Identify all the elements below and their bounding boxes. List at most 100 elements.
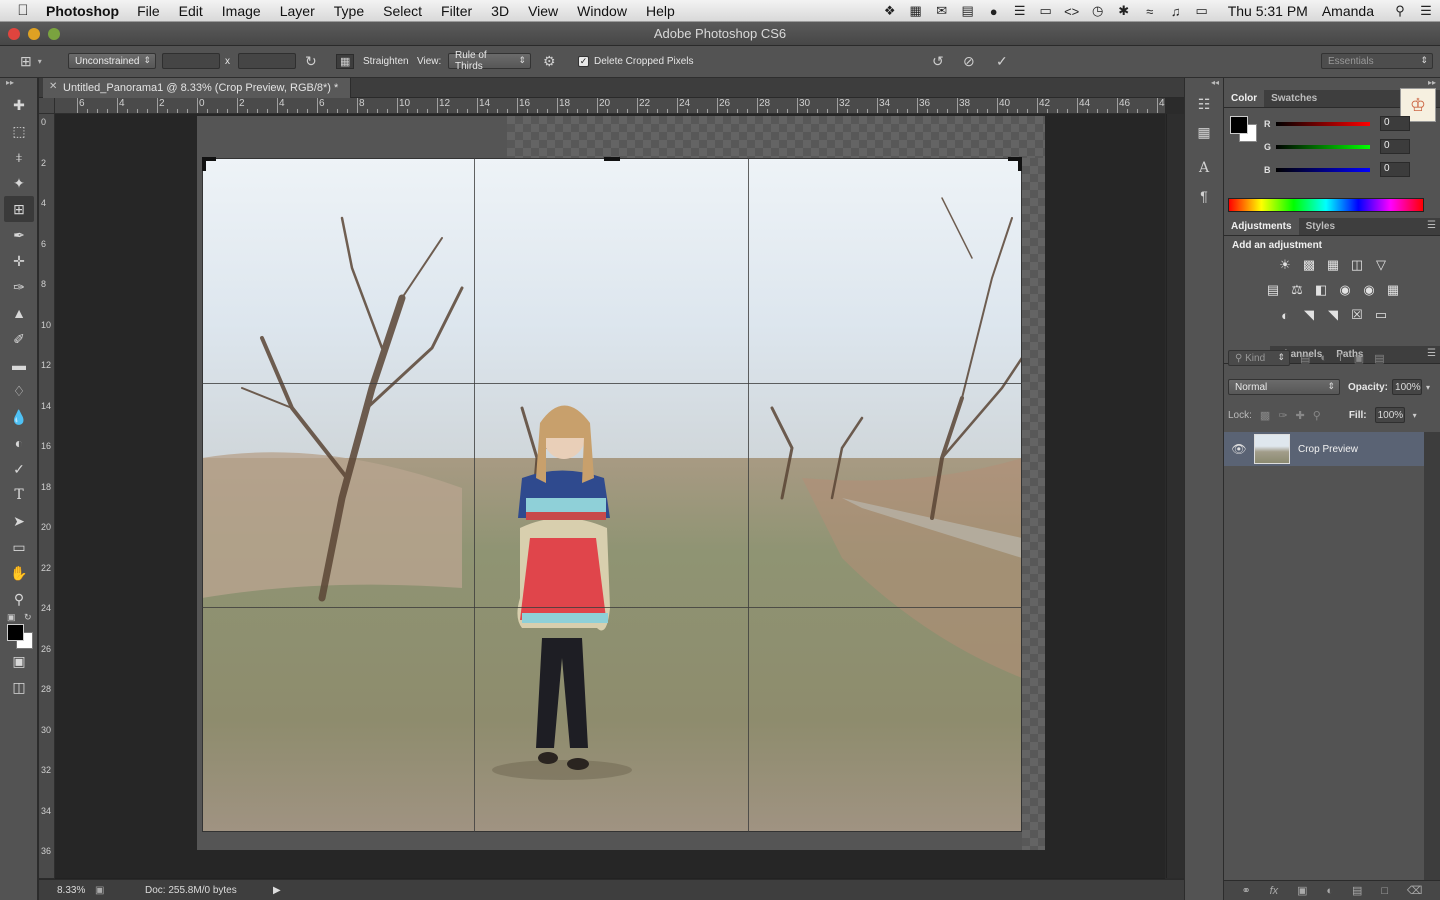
posterize-icon[interactable]: ◥ (1300, 306, 1318, 324)
status-menu-arrow-icon[interactable]: ▶ (273, 885, 281, 896)
add-mask-icon[interactable]: ▣ (1297, 884, 1307, 897)
filter-adjustment-icon[interactable]: ◐ (1320, 352, 1327, 364)
swap-colors-icon[interactable]: ↻ (24, 612, 32, 623)
threshold-icon[interactable]: ◥ (1324, 306, 1342, 324)
quick-select-tool-icon[interactable]: ✦ (4, 170, 34, 196)
opacity-arrow-icon[interactable]: ▾ (1426, 383, 1430, 392)
color-fg-swatch[interactable] (1230, 116, 1248, 134)
lock-image-icon[interactable]: ✑ (1278, 409, 1287, 422)
crop-handle-top-right-vertical[interactable] (1018, 157, 1022, 171)
aspect-ratio-dropdown[interactable]: Unconstrained (68, 53, 156, 69)
delete-cropped-checkbox[interactable]: ✓ (578, 55, 589, 67)
workspace-dropdown[interactable]: Essentials (1321, 53, 1433, 69)
filter-shape-icon[interactable]: ▣ (1354, 352, 1364, 365)
blue-slider[interactable] (1276, 167, 1370, 172)
vertical-ruler[interactable]: 0 2 4 6 8 10 12 14 16 18 20 22 24 26 28 30 32 34 36 (39, 114, 55, 878)
layers-panel-menu-icon[interactable]: ☰ (1427, 348, 1436, 359)
menu-type[interactable]: Type (334, 3, 364, 19)
history-brush-tool-icon[interactable]: ✐ (4, 326, 34, 352)
lock-position-icon[interactable]: ✚ (1296, 409, 1305, 422)
horizontal-ruler[interactable]: 6 4 2 0 2 4 6 8 10 12 14 16 18 20 22 24 26 28 30 32 34 36 38 40… (55, 98, 1165, 114)
lock-transparent-icon[interactable]: ▩ (1260, 409, 1270, 422)
color-balance-icon[interactable]: ⚖ (1288, 281, 1306, 299)
brush-tool-icon[interactable]: ✑ (4, 274, 34, 300)
collapse-tools-icon[interactable]: ▸▸ (0, 78, 37, 92)
menu-window[interactable]: Window (577, 3, 627, 19)
marquee-tool-icon[interactable]: ⬚ (4, 118, 34, 144)
close-document-icon[interactable]: ✕ (49, 81, 57, 92)
layers-scrollbar[interactable] (1424, 432, 1440, 880)
hue-saturation-icon[interactable]: ▤ (1264, 281, 1282, 299)
type-tool-icon[interactable]: T (4, 482, 34, 508)
opacity-value[interactable]: 100% (1392, 379, 1423, 395)
status-info-icon[interactable]: ▣ (95, 885, 115, 896)
crop-width-field[interactable] (162, 53, 220, 69)
menu-image[interactable]: Image (222, 3, 261, 19)
straighten-label[interactable]: Straighten (363, 56, 409, 67)
quick-mask-icon[interactable]: ▣ (4, 648, 34, 674)
ruler-origin[interactable] (39, 98, 55, 114)
overlay-view-dropdown[interactable]: Rule of Thirds (448, 50, 531, 72)
layer-name[interactable]: Crop Preview (1298, 444, 1358, 455)
code-icon[interactable]: <> (1060, 4, 1084, 19)
collapse-dock-icon[interactable]: ◂◂ (1185, 78, 1223, 90)
lasso-tool-icon[interactable]: ⧧ (4, 144, 34, 170)
layer-filter-kind-dropdown[interactable]: ⚲ Kind (1228, 350, 1290, 366)
tab-swatches[interactable]: Swatches (1264, 90, 1324, 107)
red-slider[interactable] (1276, 121, 1370, 126)
healing-brush-tool-icon[interactable]: ✛ (4, 248, 34, 274)
vibrance-icon[interactable]: ▽ (1372, 256, 1390, 274)
dodge-tool-icon[interactable]: ◐ (4, 430, 34, 456)
delete-layer-icon[interactable]: ⌫ (1407, 884, 1423, 897)
menu-view[interactable]: View (528, 3, 558, 19)
evernote-icon[interactable]: ● (982, 4, 1006, 19)
exposure-icon[interactable]: ◫ (1348, 256, 1366, 274)
new-adjustment-layer-icon[interactable]: ◐ (1326, 885, 1333, 897)
new-group-icon[interactable]: ▤ (1352, 884, 1362, 897)
volume-icon[interactable]: ♫ (1164, 4, 1188, 19)
brightness-contrast-icon[interactable]: ☀ (1276, 256, 1294, 274)
menu-edit[interactable]: Edit (179, 3, 203, 19)
crop-handle-top-left-vertical[interactable] (202, 157, 206, 171)
adjustments-panel-menu-icon[interactable]: ☰ (1427, 220, 1436, 231)
eraser-tool-icon[interactable]: ▬ (4, 352, 34, 378)
apple-menu-icon[interactable]:  (0, 2, 46, 19)
commit-crop-icon[interactable]: ✓ (996, 53, 1008, 70)
time-machine-icon[interactable]: ◷ (1086, 3, 1110, 19)
new-layer-icon[interactable]: □ (1381, 885, 1388, 897)
document-tab[interactable]: ✕ Untitled_Panorama1 @ 8.33% (Crop Previ… (43, 78, 352, 98)
foreground-color-swatch[interactable] (7, 624, 24, 641)
swap-dimensions-icon[interactable]: ↻ (305, 53, 317, 70)
photo-filter-icon[interactable]: ◉ (1336, 281, 1354, 299)
menu-help[interactable]: Help (646, 3, 675, 19)
crop-tool-icon[interactable]: ⊞ (4, 196, 34, 222)
airplay-icon[interactable]: ▭ (1034, 3, 1058, 19)
path-selection-tool-icon[interactable]: ➤ (4, 508, 34, 534)
rectangle-tool-icon[interactable]: ▭ (4, 534, 34, 560)
green-value[interactable]: 0 (1380, 139, 1410, 154)
calendar-icon[interactable]: ▦ (904, 3, 928, 19)
layer-row[interactable]: 👁 Crop Preview (1224, 432, 1424, 466)
notes-icon[interactable]: ☰ (1008, 3, 1032, 19)
paragraph-panel-icon[interactable]: ¶ (1185, 182, 1223, 210)
curves-icon[interactable]: ▦ (1324, 256, 1342, 274)
cancel-crop-icon[interactable]: ⊘ (963, 53, 975, 70)
filter-smart-object-icon[interactable]: ▤ (1374, 352, 1384, 365)
layer-style-fx-icon[interactable]: fx (1270, 885, 1279, 897)
selective-color-icon[interactable]: ☒ (1348, 306, 1366, 324)
black-white-icon[interactable]: ◧ (1312, 281, 1330, 299)
crop-height-field[interactable] (238, 53, 296, 69)
app-menu[interactable]: Photoshop (46, 3, 119, 19)
crop-handle-top[interactable] (604, 157, 620, 161)
move-tool-icon[interactable]: ✚ (4, 92, 34, 118)
spotlight-search-icon[interactable]: ⚲ (1388, 3, 1412, 19)
menu-file[interactable]: File (137, 3, 160, 19)
tab-styles[interactable]: Styles (1299, 218, 1342, 235)
filter-pixel-icon[interactable]: ▤ (1300, 352, 1310, 365)
document-icon[interactable]: ▤ (956, 3, 980, 19)
pen-tool-icon[interactable]: ✓ (4, 456, 34, 482)
clone-stamp-tool-icon[interactable]: ▲ (4, 300, 34, 326)
history-panel-icon[interactable]: ☷ (1185, 90, 1223, 118)
fill-value[interactable]: 100% (1374, 407, 1405, 423)
zoom-level[interactable]: 8.33% (39, 885, 95, 896)
